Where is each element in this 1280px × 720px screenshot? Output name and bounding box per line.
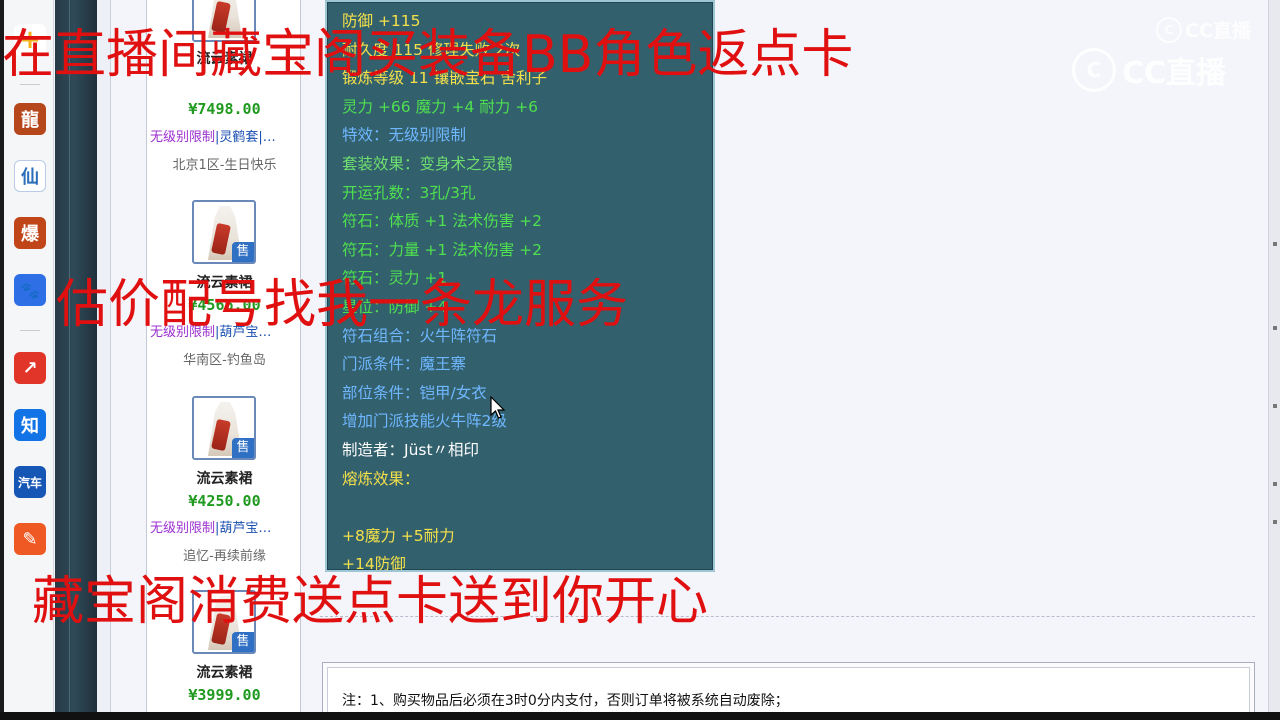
cc-watermark-large: C CC直播	[1072, 48, 1226, 92]
product-server: 北京1区-生日快乐	[172, 158, 277, 173]
zhihu-icon[interactable]: 知	[14, 409, 46, 441]
overlay-caption-1: 在直播间藏宝阁买装备BB角色返点卡	[2, 25, 854, 85]
sale-badge: 售	[232, 632, 254, 652]
product-price: ¥7498.00	[188, 100, 261, 118]
tooltip-line: 灵力 +66 魔力 +4 耐力 +6	[342, 97, 539, 116]
tooltip-line: 部位条件：铠甲/女衣	[342, 383, 487, 402]
tooltip-line: +8魔力 +5耐力	[342, 526, 455, 545]
baidu-paw-icon[interactable]: 🐾	[14, 274, 46, 306]
car-app-icon[interactable]: 汽车	[14, 466, 46, 498]
tooltip-line: 套装效果：变身术之灵鹤	[342, 155, 513, 173]
product-name[interactable]: 流云素裙	[147, 662, 302, 682]
product-thumbnail[interactable]: 售	[192, 396, 256, 460]
product-server: 华南区-钓鱼岛	[183, 353, 266, 368]
cc-logo-icon: C	[1156, 16, 1182, 43]
tooltip-line: 符石：体质 +1 法术伤害 +2	[342, 212, 542, 231]
screen: + 龍 仙 爆 🐾 ↗ 知 汽车 ✎ 流云素裙 ¥7498.00 无级别限制|灵…	[0, 0, 1280, 720]
game-emblem-icon[interactable]: 龍	[14, 103, 46, 135]
product-name[interactable]: 流云素裙	[147, 468, 302, 488]
tooltip-line: 熔炼效果：	[342, 469, 420, 488]
overlay-caption-2: 估价配号找我一条龙服务	[56, 275, 629, 335]
taskbar-edge	[0, 712, 1280, 720]
sidebar-divider	[20, 330, 40, 331]
tooltip-line: 增加门派技能火牛阵2级	[342, 412, 507, 431]
tooltip-line: 特效：无级别限制	[342, 126, 467, 145]
list-item[interactable]: 售 流云素裙 ¥4250.00 无级别限制|葫芦宝… 追忆-再续前缘	[147, 394, 302, 574]
scrollbar[interactable]	[1268, 0, 1280, 712]
product-tags: 无级别限制|灵鹤套|…	[150, 130, 276, 145]
product-price: ¥4250.00	[188, 492, 261, 510]
video-app-icon[interactable]: ↗	[14, 352, 46, 384]
tooltip-line: 开运孔数：3孔/3孔	[342, 183, 476, 202]
product-thumbnail[interactable]: 售	[192, 200, 256, 264]
bao-game-icon[interactable]: 爆	[14, 217, 46, 249]
cc-watermark-small: C CC直播	[1156, 16, 1251, 43]
mouse-cursor-icon	[490, 396, 506, 419]
cc-logo-icon: C	[1072, 48, 1116, 92]
overlay-caption-3: 藏宝阁消费送点卡送到你开心	[32, 572, 709, 632]
tooltip-line: 门派条件：魔王寨	[342, 355, 467, 374]
xian-game-icon[interactable]: 仙	[14, 160, 46, 192]
tooltip-line: 符石：力量 +1 法术伤害 +2	[342, 240, 542, 259]
tooltip-line: 制造者：Jüst〃相印	[342, 441, 480, 459]
sale-badge: 售	[232, 438, 254, 458]
product-price: ¥3999.00	[188, 686, 261, 704]
product-tags: 无级别限制|葫芦宝…	[150, 521, 272, 536]
purchase-note: 注：1、购买物品后必须在3时0分内支付，否则订单将被系统自动废除；	[342, 693, 789, 709]
news-app-icon[interactable]: ✎	[14, 523, 46, 555]
sale-badge: 售	[232, 242, 254, 262]
